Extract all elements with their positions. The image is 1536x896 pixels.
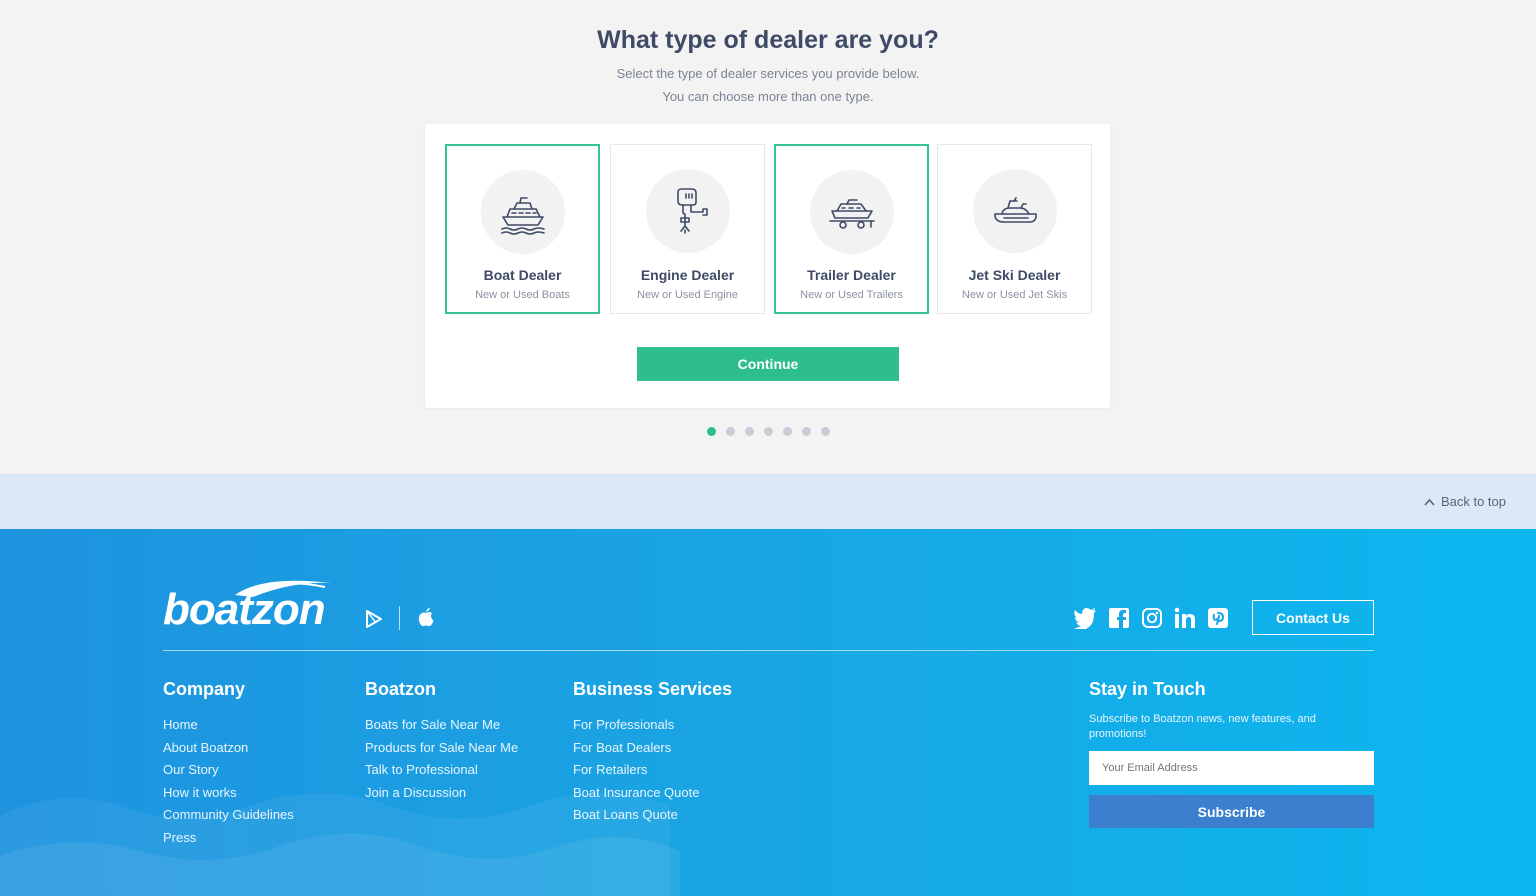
page-subtitle-line-1: Select the type of dealer services you p… (616, 66, 920, 81)
footer-column-company: Company Home About Boatzon Our Story How… (163, 679, 294, 849)
stay-description: Subscribe to Boatzon news, new features,… (1089, 713, 1316, 740)
icon-circle (972, 169, 1057, 253)
outboard-engine-icon (676, 188, 708, 234)
email-field[interactable] (1089, 751, 1374, 785)
twitter-icon[interactable] (1073, 607, 1097, 630)
step-dot-4[interactable] (763, 427, 773, 436)
footer-column-boatzon: Boatzon Boats for Sale Near Me Products … (365, 679, 518, 804)
step-dot-2[interactable] (725, 427, 735, 436)
contact-us-button[interactable]: Contact Us (1252, 600, 1374, 635)
facebook-icon[interactable] (1108, 607, 1132, 629)
option-title: Jet Ski Dealer (968, 267, 1061, 283)
store-divider (399, 606, 400, 630)
column-heading: Boatzon (365, 679, 436, 699)
option-title: Boat Dealer (483, 267, 562, 283)
option-boat-dealer[interactable]: Boat Dealer New or Used Boats (445, 144, 600, 314)
step-dot-5[interactable] (782, 427, 792, 436)
option-description: New or Used Jet Skis (961, 289, 1068, 301)
option-title: Trailer Dealer (807, 267, 896, 283)
step-indicator (0, 427, 1536, 436)
back-to-top-label: Back to top (1440, 494, 1506, 509)
stay-heading: Stay in Touch (1089, 679, 1206, 699)
option-trailer-dealer[interactable]: Trailer Dealer New or Used Trailers (774, 144, 929, 314)
apple-icon[interactable] (416, 607, 436, 634)
footer-divider (163, 650, 1374, 651)
pinterest-icon[interactable] (1207, 607, 1231, 629)
site-footer: boatzon Contact Us Company Home About Bo… (0, 529, 1536, 896)
back-to-top-link[interactable]: Back to top (1424, 494, 1506, 509)
back-to-top-bar: Back to top (0, 474, 1536, 529)
icon-circle (645, 169, 730, 253)
footer-link-for-professionals[interactable]: For Professionals (573, 714, 732, 737)
instagram-icon[interactable] (1141, 607, 1165, 629)
step-dot-7[interactable] (820, 427, 830, 436)
footer-link-our-story[interactable]: Our Story (163, 759, 294, 782)
subscribe-button[interactable]: Subscribe (1089, 795, 1374, 828)
chevron-up-icon (1424, 494, 1435, 509)
footer-link-community-guidelines[interactable]: Community Guidelines (163, 804, 294, 827)
page-subtitle-line-2: You can choose more than one type. (662, 89, 874, 104)
step-dot-1[interactable] (706, 427, 716, 436)
footer-link-home[interactable]: Home (163, 714, 294, 737)
stay-in-touch: Stay in Touch Subscribe to Boatzon news,… (1089, 679, 1374, 828)
icon-circle (809, 170, 894, 254)
column-heading: Company (163, 679, 246, 699)
boat-icon (500, 197, 545, 235)
footer-link-insurance-quote[interactable]: Boat Insurance Quote (573, 782, 732, 805)
onboarding-section: What type of dealer are you? Select the … (0, 0, 1536, 474)
jet-ski-icon (993, 197, 1037, 223)
option-engine-dealer[interactable]: Engine Dealer New or Used Engine (610, 144, 765, 314)
icon-circle (480, 170, 565, 254)
step-dot-3[interactable] (744, 427, 754, 436)
linkedin-icon[interactable] (1174, 607, 1198, 629)
footer-link-for-retailers[interactable]: For Retailers (573, 759, 732, 782)
footer-link-about[interactable]: About Boatzon (163, 737, 294, 760)
step-dot-6[interactable] (801, 427, 811, 436)
column-heading: Business Services (573, 679, 733, 699)
footer-link-how-it-works[interactable]: How it works (163, 782, 294, 805)
footer-link-join-discussion[interactable]: Join a Discussion (365, 782, 518, 805)
google-play-icon[interactable] (364, 609, 384, 634)
option-title: Engine Dealer (640, 267, 735, 283)
option-description: New or Used Trailers (800, 289, 903, 301)
option-jet-ski-dealer[interactable]: Jet Ski Dealer New or Used Jet Skis (937, 144, 1092, 314)
dealer-type-card: Boat Dealer New or Used Boats Engine Dea… (425, 124, 1110, 408)
footer-link-loans-quote[interactable]: Boat Loans Quote (573, 804, 732, 827)
footer-link-for-boat-dealers[interactable]: For Boat Dealers (573, 737, 732, 760)
option-description: New or Used Boats (475, 289, 570, 301)
boat-trailer-icon (828, 199, 875, 229)
boatzon-logo[interactable]: boatzon (163, 573, 333, 634)
footer-column-business-services: Business Services For Professionals For … (573, 679, 732, 827)
page-title: What type of dealer are you? (597, 26, 939, 54)
footer-link-boats-for-sale[interactable]: Boats for Sale Near Me (365, 714, 518, 737)
footer-link-press[interactable]: Press (163, 827, 294, 850)
footer-link-products-for-sale[interactable]: Products for Sale Near Me (365, 737, 518, 760)
continue-button[interactable]: Continue (637, 347, 899, 381)
footer-link-talk-to-professional[interactable]: Talk to Professional (365, 759, 518, 782)
option-description: New or Used Engine (637, 289, 738, 301)
logo-text: boatzon (163, 585, 326, 634)
